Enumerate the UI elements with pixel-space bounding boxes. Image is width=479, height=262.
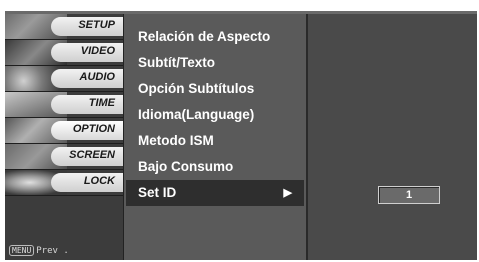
- menu-item-label: Metodo ISM: [138, 133, 214, 148]
- menu-item-low-power[interactable]: Bajo Consumo: [126, 154, 304, 180]
- prev-hint[interactable]: MENU Prev .: [9, 245, 69, 256]
- menu-item-ism-method[interactable]: Metodo ISM: [126, 128, 304, 154]
- menu-item-subtitle-text[interactable]: Subtít/Texto: [126, 50, 304, 76]
- value-panel: 1: [308, 14, 474, 260]
- set-id-value-field[interactable]: 1: [378, 186, 440, 204]
- menu-item-label: Relación de Aspecto: [138, 29, 271, 44]
- osd-screen: SETUP VIDEO AUDIO TIME OPTION SCREEN LOC…: [5, 11, 477, 260]
- menu-item-label: Set ID: [138, 185, 177, 200]
- option-menu: Relación de Aspecto Subtít/Texto Opción …: [124, 14, 308, 260]
- menu-item-set-id[interactable]: Set ID ▶: [126, 180, 304, 206]
- sidebar-item-option[interactable]: OPTION: [5, 118, 123, 144]
- menu-item-label: Idioma(Language): [138, 107, 255, 122]
- sidebar-item-label: VIDEO: [80, 45, 115, 57]
- sidebar-item-screen[interactable]: SCREEN: [5, 144, 123, 170]
- prev-label: Prev .: [36, 246, 69, 256]
- menu-item-aspect-ratio[interactable]: Relación de Aspecto: [126, 24, 304, 50]
- menu-item-label: Subtít/Texto: [138, 55, 215, 70]
- menu-item-subtitle-options[interactable]: Opción Subtítulos: [126, 76, 304, 102]
- menu-item-language[interactable]: Idioma(Language): [126, 102, 304, 128]
- sidebar-item-setup[interactable]: SETUP: [5, 14, 123, 40]
- menu-key-icon: MENU: [9, 245, 35, 256]
- sidebar-item-video[interactable]: VIDEO: [5, 40, 123, 66]
- sidebar-item-label: SCREEN: [69, 149, 115, 161]
- sidebar-item-audio[interactable]: AUDIO: [5, 66, 123, 92]
- sidebar-item-label: SETUP: [78, 19, 115, 31]
- sidebar-item-time[interactable]: TIME: [5, 92, 123, 118]
- category-sidebar: SETUP VIDEO AUDIO TIME OPTION SCREEN LOC…: [5, 14, 125, 260]
- screen-frame: SETUP VIDEO AUDIO TIME OPTION SCREEN LOC…: [0, 0, 479, 262]
- sidebar-item-label: LOCK: [83, 175, 115, 187]
- sidebar-item-lock[interactable]: LOCK: [5, 170, 123, 196]
- menu-item-label: Bajo Consumo: [138, 159, 234, 174]
- sidebar-item-label: AUDIO: [79, 71, 115, 83]
- arrow-right-icon: ▶: [283, 187, 292, 199]
- sidebar-item-label: TIME: [88, 97, 115, 109]
- menu-item-label: Opción Subtítulos: [138, 81, 255, 96]
- sidebar-item-label: OPTION: [72, 123, 115, 135]
